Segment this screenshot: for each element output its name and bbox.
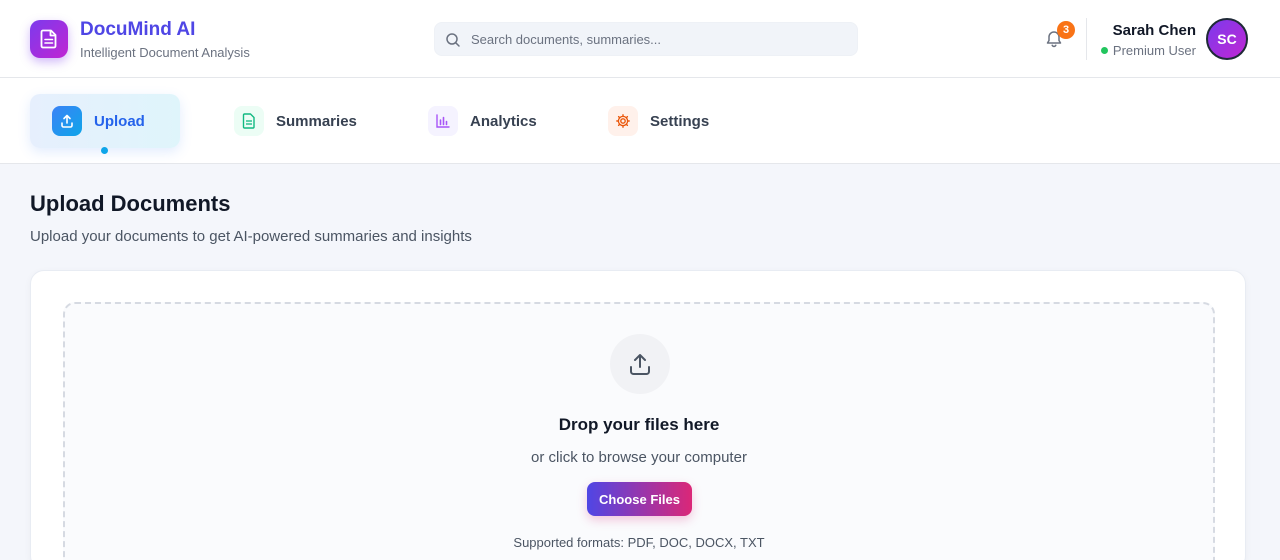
supported-formats: Supported formats: PDF, DOC, DOCX, TXT xyxy=(513,535,765,550)
tab-label: Analytics xyxy=(470,112,537,130)
choose-files-button[interactable]: Choose Files xyxy=(587,482,692,516)
user-name: Sarah Chen xyxy=(1112,22,1196,39)
search-input[interactable] xyxy=(471,23,851,55)
active-tab-indicator xyxy=(101,147,108,154)
upload-icon xyxy=(610,334,670,394)
tab-label: Settings xyxy=(650,112,710,130)
avatar[interactable]: SC xyxy=(1206,18,1248,60)
user-plan: Premium User xyxy=(1100,43,1196,58)
brand-tagline: Intelligent Document Analysis xyxy=(80,45,250,60)
dropzone-subtitle: or click to browse your computer xyxy=(531,449,747,466)
upload-icon xyxy=(52,106,82,136)
tab-bar: Upload Summaries Analytics Settings xyxy=(0,78,1280,164)
tab-settings[interactable]: Settings xyxy=(608,94,709,148)
tab-label: Summaries xyxy=(276,112,357,130)
tab-analytics[interactable]: Analytics xyxy=(428,94,537,148)
bar-chart-icon xyxy=(428,106,458,136)
page-subtitle: Upload your documents to get AI-powered … xyxy=(30,228,472,245)
tab-label: Upload xyxy=(94,112,145,130)
brand-name[interactable]: DocuMind AI xyxy=(80,19,195,41)
notification-badge: 3 xyxy=(1057,21,1075,39)
search-bar[interactable] xyxy=(434,22,858,56)
online-status-dot xyxy=(1100,47,1108,54)
header-divider xyxy=(1086,18,1087,60)
search-icon xyxy=(446,33,460,47)
upload-card: Drop your files here or click to browse … xyxy=(30,270,1246,560)
file-text-icon xyxy=(234,106,264,136)
tab-upload[interactable]: Upload xyxy=(30,94,180,148)
top-header: DocuMind AI Intelligent Document Analysi… xyxy=(0,0,1280,78)
dropzone-title: Drop your files here xyxy=(558,415,720,434)
tab-summaries[interactable]: Summaries xyxy=(234,94,357,148)
page-title: Upload Documents xyxy=(30,191,231,216)
gear-icon xyxy=(608,106,638,136)
file-dropzone[interactable]: Drop your files here or click to browse … xyxy=(63,302,1215,560)
document-icon[interactable] xyxy=(30,20,68,58)
user-plan-label: Premium User xyxy=(1112,43,1196,58)
